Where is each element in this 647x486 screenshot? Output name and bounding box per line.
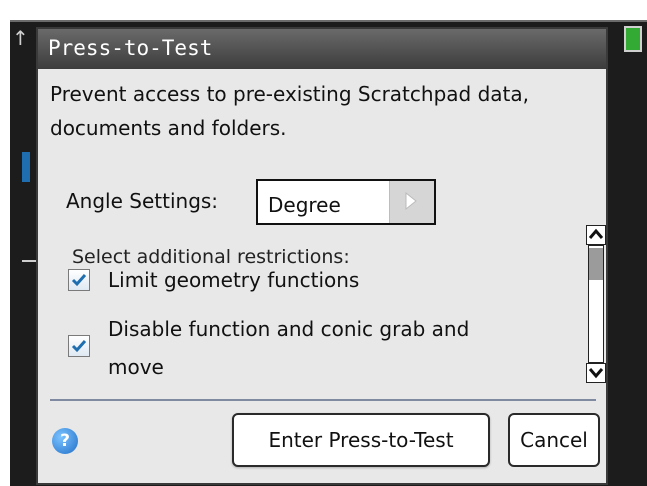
restriction-item-function-grab[interactable]: Disable function and conic grab and move — [68, 311, 568, 381]
geometry-checkbox[interactable] — [68, 269, 90, 291]
restrictions-scrollbar[interactable] — [586, 225, 606, 383]
angle-settings-value: Degree — [268, 193, 341, 217]
enter-press-to-test-button[interactable]: Enter Press-to-Test — [232, 413, 490, 467]
help-icon[interactable]: ? — [52, 428, 78, 454]
cancel-button[interactable]: Cancel — [508, 413, 600, 467]
background-marker — [22, 152, 30, 182]
scroll-thumb[interactable] — [589, 248, 603, 280]
dialog-description: Prevent access to pre-existing Scratchpa… — [50, 82, 529, 140]
triangle-right-icon — [405, 191, 417, 211]
scroll-up-button[interactable] — [586, 225, 606, 245]
battery-icon — [624, 26, 642, 52]
background-dash — [22, 260, 36, 262]
function-grab-label-line2: move — [108, 355, 164, 379]
restriction-item-geometry[interactable]: Limit geometry functions — [68, 264, 568, 298]
screen-edge — [10, 20, 647, 22]
press-to-test-dialog: Press-to-Test Prevent access to pre-exis… — [36, 27, 608, 485]
function-grab-label-line1: Disable function and conic grab and — [108, 317, 470, 341]
footer-divider — [50, 399, 596, 401]
background-arrow-icon: ↑ — [12, 26, 29, 50]
checkmark-icon — [71, 340, 87, 353]
chevron-up-icon — [588, 228, 604, 239]
angle-settings-label: Angle Settings: — [66, 189, 219, 213]
dialog-title: Press-to-Test — [38, 29, 606, 69]
function-grab-checkbox[interactable] — [68, 335, 90, 357]
scroll-down-button[interactable] — [586, 363, 606, 383]
angle-settings-dropdown[interactable]: Degree — [256, 179, 436, 225]
scroll-track[interactable] — [588, 245, 604, 363]
geometry-restriction-label: Limit geometry functions — [108, 268, 360, 292]
chevron-down-icon — [588, 368, 604, 379]
dropdown-arrow-button[interactable] — [389, 181, 434, 223]
checkmark-icon — [71, 274, 87, 287]
